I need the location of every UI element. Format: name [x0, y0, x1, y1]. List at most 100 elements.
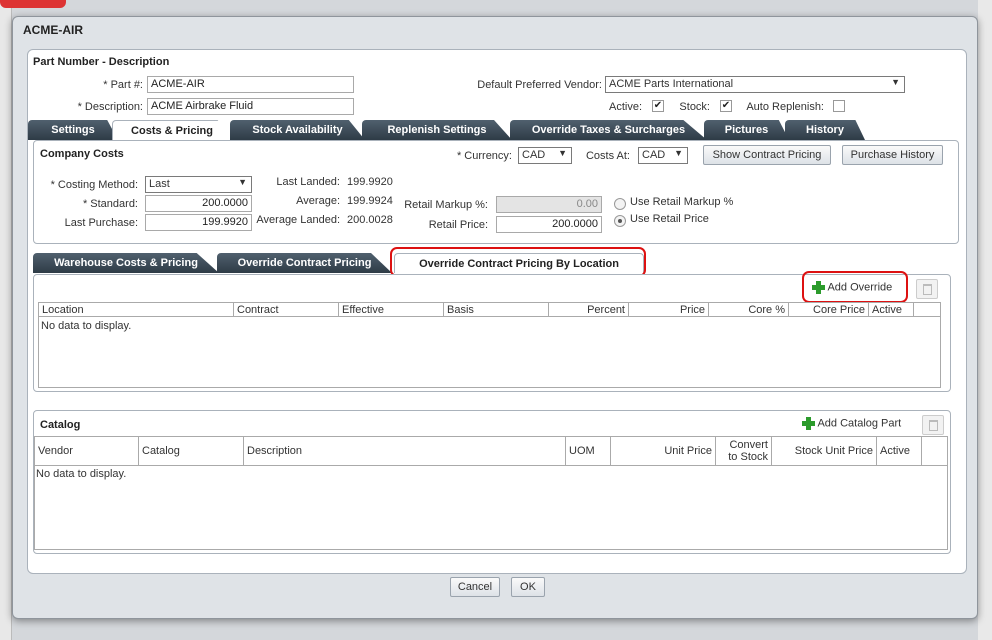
override-grid-header: Location Contract Effective Basis Percen…: [39, 302, 940, 317]
costing-method-select[interactable]: Last ▼: [145, 176, 252, 193]
col-core-price[interactable]: Core Price: [789, 303, 869, 317]
retail-price-input[interactable]: 200.0000: [496, 216, 602, 233]
catalog-grid-header: Vendor Catalog Description UOM Unit Pric…: [35, 436, 947, 466]
override-empty-message: No data to display.: [41, 320, 132, 332]
col-convert-to-stock[interactable]: Convert to Stock: [716, 437, 772, 466]
col-stock-unit-price[interactable]: Stock Unit Price: [772, 437, 877, 466]
tab-pictures[interactable]: Pictures: [704, 120, 789, 140]
cancel-button[interactable]: Cancel: [450, 577, 500, 597]
retail-markup-label: Retail Markup %:: [404, 199, 488, 211]
part-number-input[interactable]: ACME-AIR: [147, 76, 354, 93]
part-section-title: Part Number - Description: [33, 56, 170, 68]
use-retail-price-label: Use Retail Price: [630, 213, 709, 225]
vendor-label: Default Preferred Vendor:: [477, 79, 602, 91]
chevron-down-icon: ▼: [674, 148, 683, 158]
catalog-empty-message: No data to display.: [36, 468, 127, 480]
trash-icon[interactable]: [922, 415, 944, 435]
dialog-title: ACME-AIR: [23, 23, 83, 37]
chevron-down-icon: ▼: [558, 148, 567, 158]
add-catalog-part-label: Add Catalog Part: [817, 417, 902, 430]
tab-replenish-settings[interactable]: Replenish Settings: [362, 120, 512, 140]
chevron-down-icon: ▼: [238, 177, 247, 187]
retail-markup-input[interactable]: 0.00: [496, 196, 602, 213]
catalog-grid: Vendor Catalog Description UOM Unit Pric…: [34, 436, 948, 550]
average-landed-value: 200.0028: [347, 214, 393, 226]
col-description[interactable]: Description: [244, 437, 566, 466]
plus-icon: [802, 417, 815, 430]
col-location[interactable]: Location: [39, 303, 234, 317]
auto-replenish-checkbox[interactable]: [833, 100, 845, 112]
catalog-panel: Catalog Add Catalog Part Vendor Catalog …: [33, 410, 951, 554]
background-tab: [0, 0, 66, 8]
tab-stock-availability[interactable]: Stock Availability: [230, 120, 365, 140]
col-convert-line2: to Stock: [728, 451, 768, 463]
active-label: Active:: [608, 101, 642, 113]
highlight-add-override: [802, 271, 908, 303]
last-landed-label: Last Landed:: [276, 176, 340, 188]
catalog-title: Catalog: [40, 419, 81, 431]
ok-button[interactable]: OK: [511, 577, 545, 597]
col-core-percent[interactable]: Core %: [709, 303, 789, 317]
dialog-body: Part Number - Description * Part #: ACME…: [27, 49, 967, 574]
costing-method-label: * Costing Method:: [50, 179, 138, 191]
use-retail-markup-radio[interactable]: [614, 198, 626, 210]
vendor-select[interactable]: ACME Parts International ▼: [605, 76, 905, 93]
auto-replenish-label: Auto Replenish:: [746, 101, 824, 113]
override-panel: Add Override Location Contract Effective…: [33, 271, 951, 392]
currency-label: * Currency:: [456, 150, 512, 162]
col-uom[interactable]: UOM: [566, 437, 611, 466]
show-contract-pricing-button[interactable]: Show Contract Pricing: [703, 145, 831, 165]
add-catalog-part-button[interactable]: Add Catalog Part: [802, 417, 901, 430]
costing-method-value: Last: [149, 178, 170, 190]
tab-warehouse-costs[interactable]: Warehouse Costs & Pricing: [33, 253, 219, 273]
company-costs-title: Company Costs: [40, 148, 124, 160]
col-price[interactable]: Price: [629, 303, 709, 317]
tab-override-contract-pricing[interactable]: Override Contract Pricing: [217, 253, 392, 273]
background-sidebar: [0, 0, 12, 640]
tab-costs-pricing[interactable]: Costs & Pricing: [112, 120, 232, 140]
col-convert-line1: Convert: [729, 439, 768, 451]
col-contract[interactable]: Contract: [234, 303, 339, 317]
costs-at-select[interactable]: CAD ▼: [638, 147, 688, 164]
col-effective[interactable]: Effective: [339, 303, 444, 317]
costs-at-label: Costs At:: [585, 150, 630, 162]
col-vendor[interactable]: Vendor: [35, 437, 139, 466]
use-retail-price-radio[interactable]: [614, 215, 626, 227]
override-grid: Location Contract Effective Basis Percen…: [38, 302, 941, 388]
description-label: * Description:: [77, 101, 143, 113]
last-purchase-label: Last Purchase:: [64, 217, 138, 229]
col-catalog-active[interactable]: Active: [877, 437, 922, 466]
chevron-down-icon: ▼: [891, 77, 900, 87]
part-dialog: ACME-AIR Part Number - Description * Par…: [12, 16, 978, 619]
average-value: 199.9924: [347, 195, 393, 207]
currency-value: CAD: [522, 149, 546, 161]
col-basis[interactable]: Basis: [444, 303, 549, 317]
col-catalog[interactable]: Catalog: [139, 437, 244, 466]
costs-at-value: CAD: [642, 149, 666, 161]
description-input[interactable]: ACME Airbrake Fluid: [147, 98, 354, 115]
average-label: Average:: [296, 195, 340, 207]
last-purchase-input[interactable]: 199.9920: [145, 214, 252, 231]
part-label: * Part #:: [103, 79, 143, 91]
tab-settings[interactable]: Settings: [28, 120, 118, 140]
tab-override-taxes[interactable]: Override Taxes & Surcharges: [510, 120, 707, 140]
standard-label: * Standard:: [82, 198, 138, 210]
currency-select[interactable]: CAD ▼: [518, 147, 572, 164]
highlight-override-tab: [390, 247, 646, 277]
active-checkbox[interactable]: ✔: [652, 100, 664, 112]
col-active[interactable]: Active: [869, 303, 914, 317]
standard-input[interactable]: 200.0000: [145, 195, 252, 212]
stock-checkbox[interactable]: ✔: [720, 100, 732, 112]
tab-history[interactable]: History: [785, 120, 865, 140]
average-landed-label: Average Landed:: [256, 214, 340, 226]
col-unit-price[interactable]: Unit Price: [611, 437, 716, 466]
purchase-history-button[interactable]: Purchase History: [842, 145, 943, 165]
company-costs-panel: Company Costs * Currency: CAD ▼ Costs At:…: [33, 140, 959, 244]
use-retail-markup-label: Use Retail Markup %: [630, 196, 734, 208]
trash-icon[interactable]: [916, 279, 938, 299]
background-right-pane: [978, 0, 992, 640]
stock-label: Stock:: [679, 101, 710, 113]
vendor-value: ACME Parts International: [609, 78, 734, 90]
retail-price-label: Retail Price:: [428, 219, 488, 231]
col-percent[interactable]: Percent: [549, 303, 629, 317]
